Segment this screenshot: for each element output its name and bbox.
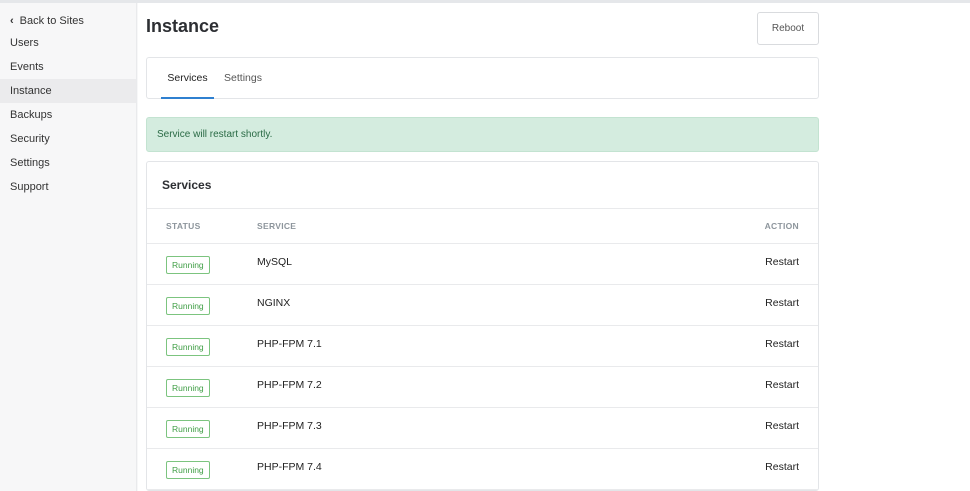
- sidebar-item-security[interactable]: Security: [0, 127, 136, 151]
- back-to-sites-label: Back to Sites: [19, 15, 84, 27]
- page-title: Instance: [146, 16, 220, 36]
- column-header-service: SERVICE: [257, 221, 297, 231]
- chevron-left-icon: ‹: [10, 14, 14, 27]
- status-badge: Running: [166, 297, 210, 315]
- sidebar-item-users[interactable]: Users: [0, 31, 136, 55]
- status-badge: Running: [166, 379, 210, 397]
- success-alert: Service will restart shortly.: [146, 117, 819, 152]
- sidebar-item-support[interactable]: Support: [0, 175, 136, 199]
- back-to-sites-link[interactable]: ‹ Back to Sites: [0, 11, 136, 31]
- sidebar-item-backups[interactable]: Backups: [0, 103, 136, 127]
- table-row: Running NGINX Restart: [147, 285, 818, 326]
- table-row: Running PHP-FPM 7.3 Restart: [147, 408, 818, 449]
- column-header-action: ACTION: [764, 221, 799, 231]
- table-row: Running PHP-FPM 7.1 Restart: [147, 326, 818, 367]
- service-name: PHP-FPM 7.3: [257, 420, 322, 432]
- services-table-title: Services: [147, 162, 818, 209]
- restart-button[interactable]: Restart: [765, 367, 799, 403]
- service-name: NGINX: [257, 297, 291, 309]
- services-table: Services STATUS SERVICE ACTION Running M…: [146, 161, 819, 491]
- table-row: Running PHP-FPM 7.4 Restart: [147, 449, 818, 490]
- table-row: Running PHP-FPM 7.2 Restart: [147, 367, 818, 408]
- restart-button[interactable]: Restart: [765, 285, 799, 321]
- sidebar-item-instance[interactable]: Instance: [0, 79, 136, 103]
- service-name: MySQL: [257, 256, 293, 268]
- reboot-button[interactable]: Reboot: [757, 12, 819, 45]
- table-header: STATUS SERVICE ACTION: [147, 209, 818, 244]
- tab-settings[interactable]: Settings: [222, 58, 264, 99]
- sidebar: ‹ Back to Sites Users Events Instance Ba…: [0, 3, 137, 491]
- status-badge: Running: [166, 461, 210, 479]
- status-badge: Running: [166, 420, 210, 438]
- restart-button[interactable]: Restart: [765, 244, 799, 280]
- service-name: PHP-FPM 7.4: [257, 461, 322, 473]
- status-badge: Running: [166, 256, 210, 274]
- sidebar-item-settings[interactable]: Settings: [0, 151, 136, 175]
- table-row: Running MySQL Restart: [147, 244, 818, 285]
- restart-button[interactable]: Restart: [765, 449, 799, 485]
- sidebar-item-events[interactable]: Events: [0, 55, 136, 79]
- restart-button[interactable]: Restart: [765, 408, 799, 444]
- restart-button[interactable]: Restart: [765, 326, 799, 362]
- column-header-status: STATUS: [166, 221, 201, 231]
- service-name: PHP-FPM 7.1: [257, 338, 322, 350]
- status-badge: Running: [166, 338, 210, 356]
- service-name: PHP-FPM 7.2: [257, 379, 322, 391]
- tabs-bar: Services Settings: [146, 57, 819, 99]
- tab-services[interactable]: Services: [161, 58, 214, 99]
